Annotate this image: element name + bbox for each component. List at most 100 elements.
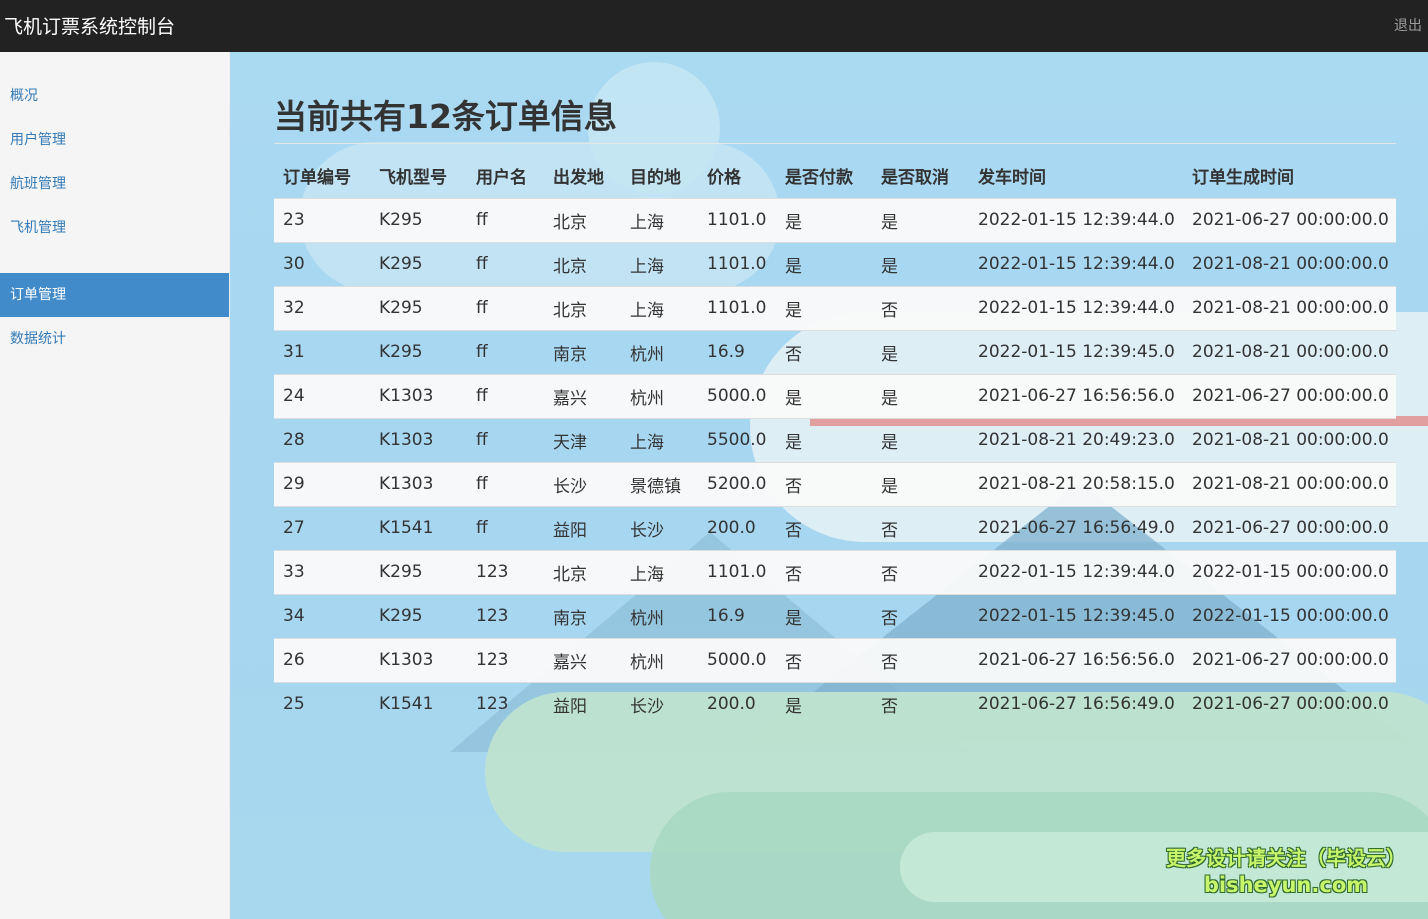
table-cell: 是 bbox=[776, 241, 872, 286]
table-cell: 16.9 bbox=[698, 593, 776, 638]
column-header: 订单编号 bbox=[283, 168, 351, 189]
table-cell: 1101.0 bbox=[698, 241, 776, 286]
table-cell: 南京 bbox=[544, 593, 621, 638]
table-cell: K295 bbox=[370, 549, 467, 594]
table-cell: K1303 bbox=[370, 637, 467, 682]
table-cell: 2021-06-27 00:00:00.0 bbox=[1183, 505, 1396, 550]
sidebar-item-flights[interactable]: 航班管理 bbox=[0, 162, 229, 206]
table-cell: 上海 bbox=[621, 285, 698, 330]
column-header: 价格 bbox=[707, 168, 741, 189]
column-header: 用户名 bbox=[476, 168, 527, 189]
table-cell: 34 bbox=[274, 593, 370, 638]
column-header: 出发地 bbox=[553, 168, 604, 189]
table-cell: 北京 bbox=[544, 285, 621, 330]
sidebar-item-planes[interactable]: 飞机管理 bbox=[0, 206, 229, 250]
table-cell: 33 bbox=[274, 549, 370, 594]
table-cell: 2022-01-15 12:39:45.0 bbox=[969, 329, 1183, 374]
table-cell: 长沙 bbox=[544, 461, 621, 506]
table-cell: 31 bbox=[274, 329, 370, 374]
table-cell: 123 bbox=[467, 593, 544, 638]
table-cell: 否 bbox=[776, 505, 872, 550]
table-cell: 嘉兴 bbox=[544, 373, 621, 418]
table-cell: 景德镇 bbox=[621, 461, 698, 506]
table-row: 32 K295 ff 北京 上海 1101.0 是否 2022-01-15 12:39:44.… bbox=[274, 285, 1396, 330]
table-cell: 123 bbox=[467, 681, 544, 726]
table-cell: 杭州 bbox=[621, 329, 698, 374]
sidebar-item-statistics[interactable]: 数据统计 bbox=[0, 317, 229, 361]
table-cell: 1101.0 bbox=[698, 549, 776, 594]
table-cell: 杭州 bbox=[621, 373, 698, 418]
table-cell: ff bbox=[467, 197, 544, 242]
table-cell: 5000.0 bbox=[698, 373, 776, 418]
table-cell: K1303 bbox=[370, 417, 467, 462]
table-cell: 是 bbox=[776, 681, 872, 726]
table-cell: 26 bbox=[274, 637, 370, 682]
logout-link[interactable]: 退出 bbox=[1394, 15, 1422, 35]
table-row: 24 K1303 ff 嘉兴 杭州 5000.0 是是 2021-06-27 16:56:56… bbox=[274, 373, 1396, 418]
table-cell: 否 bbox=[776, 637, 872, 682]
table-cell: 是 bbox=[872, 461, 969, 506]
table-row: 34 K295 123 南京 杭州 16.9 是否 2022-01-15 12:39:45.0… bbox=[274, 593, 1396, 638]
column-header: 飞机型号 bbox=[379, 168, 447, 189]
table-cell: K1303 bbox=[370, 461, 467, 506]
table-cell: 2022-01-15 00:00:00.0 bbox=[1183, 593, 1396, 638]
table-cell: 北京 bbox=[544, 197, 621, 242]
table-cell: 2021-08-21 20:58:15.0 bbox=[969, 461, 1183, 506]
table-cell: 30 bbox=[274, 241, 370, 286]
table-cell: K1303 bbox=[370, 373, 467, 418]
table-cell: 上海 bbox=[621, 417, 698, 462]
column-header: 是否付款 bbox=[785, 168, 853, 189]
page-title: 当前共有12条订单信息 bbox=[274, 97, 617, 136]
table-row: 23 K295 ff 北京 上海 1101.0 是是 2022-01-15 12:39:44.… bbox=[274, 197, 1396, 242]
table-cell: 123 bbox=[467, 637, 544, 682]
sidebar-item-users[interactable]: 用户管理 bbox=[0, 118, 229, 162]
table-cell: 5200.0 bbox=[698, 461, 776, 506]
table-cell: 2021-06-27 00:00:00.0 bbox=[1183, 637, 1396, 682]
table-cell: 2021-08-21 00:00:00.0 bbox=[1183, 461, 1396, 506]
orders-table-body: 23 K295 ff 北京 上海 1101.0 是是 2022-01-15 12:39:44.… bbox=[274, 197, 1396, 726]
table-cell: 是 bbox=[776, 593, 872, 638]
table-cell: 是 bbox=[776, 417, 872, 462]
table-cell: 天津 bbox=[544, 417, 621, 462]
table-cell: K295 bbox=[370, 329, 467, 374]
table-cell: K1541 bbox=[370, 505, 467, 550]
table-row: 33 K295 123 北京 上海 1101.0 否否 2022-01-15 12:39:44… bbox=[274, 549, 1396, 594]
table-cell: 2021-06-27 00:00:00.0 bbox=[1183, 373, 1396, 418]
table-cell: 是 bbox=[776, 285, 872, 330]
table-cell: 5000.0 bbox=[698, 637, 776, 682]
table-cell: 2022-01-15 12:39:44.0 bbox=[969, 197, 1183, 242]
table-cell: 否 bbox=[872, 505, 969, 550]
table-cell: 23 bbox=[274, 197, 370, 242]
table-cell: K1541 bbox=[370, 681, 467, 726]
table-cell: 杭州 bbox=[621, 593, 698, 638]
watermark-line: 更多设计请关注（毕设云） bbox=[1166, 846, 1406, 870]
table-cell: ff bbox=[467, 461, 544, 506]
table-cell: 2022-01-15 00:00:00.0 bbox=[1183, 549, 1396, 594]
table-cell: 上海 bbox=[621, 197, 698, 242]
table-row: 31 K295 ff 南京 杭州 16.9 否是 2022-01-15 12:39:45.0 2… bbox=[274, 329, 1396, 374]
sidebar-item-overview[interactable]: 概况 bbox=[0, 74, 229, 118]
title-divider bbox=[274, 143, 1396, 144]
table-cell: K295 bbox=[370, 285, 467, 330]
table-cell: 是 bbox=[776, 197, 872, 242]
column-header: 订单生成时间 bbox=[1192, 168, 1294, 189]
table-cell: 2021-06-27 00:00:00.0 bbox=[1183, 681, 1396, 726]
table-cell: 否 bbox=[872, 285, 969, 330]
table-cell: 南京 bbox=[544, 329, 621, 374]
table-row: 28 K1303 ff 天津 上海 5500.0 是是 2021-08-21 20:49:23… bbox=[274, 417, 1396, 462]
table-cell: 上海 bbox=[621, 549, 698, 594]
table-cell: ff bbox=[467, 505, 544, 550]
watermark: 更多设计请关注（毕设云） bisheyun.com bbox=[1146, 842, 1426, 897]
table-cell: 是 bbox=[872, 417, 969, 462]
table-cell: 否 bbox=[776, 329, 872, 374]
table-cell: 2021-08-21 00:00:00.0 bbox=[1183, 329, 1396, 374]
app-title[interactable]: 飞机订票系统控制台 bbox=[4, 12, 175, 39]
table-cell: 长沙 bbox=[621, 505, 698, 550]
sidebar-item-orders[interactable]: 订单管理 bbox=[0, 273, 229, 317]
table-cell: K295 bbox=[370, 593, 467, 638]
table-cell: 2021-06-27 16:56:56.0 bbox=[969, 637, 1183, 682]
table-cell: 27 bbox=[274, 505, 370, 550]
table-cell: 是 bbox=[776, 373, 872, 418]
table-cell: 益阳 bbox=[544, 505, 621, 550]
table-cell: 杭州 bbox=[621, 637, 698, 682]
